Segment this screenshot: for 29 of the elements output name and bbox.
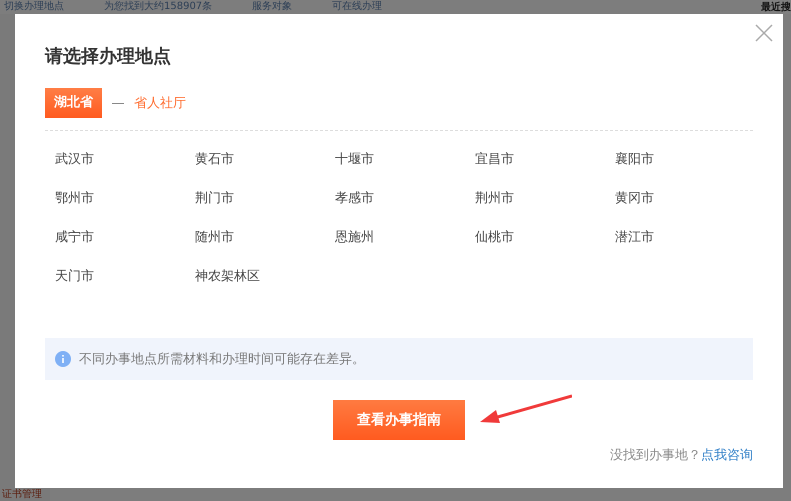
notice-text: 不同办事地点所需材料和办理时间可能存在差异。 xyxy=(79,351,365,368)
city-option[interactable]: 鄂州市 xyxy=(55,191,94,206)
consult-link[interactable]: 点我咨询 xyxy=(701,446,753,464)
help-text: 没找到办事地？ xyxy=(610,447,701,464)
top-bar-text: 服务对象 xyxy=(252,1,292,13)
top-bar-text: 可在线办理 xyxy=(332,1,382,13)
top-bar-text: 为您找到大约158907条 xyxy=(104,1,212,13)
city-option[interactable]: 神农架林区 xyxy=(195,269,260,284)
city-option[interactable]: 武汉市 xyxy=(55,152,94,167)
close-icon[interactable] xyxy=(755,24,773,42)
side-heading: 最近搜 xyxy=(761,0,791,14)
city-option[interactable]: 黄冈市 xyxy=(615,191,654,206)
city-option[interactable]: 恩施州 xyxy=(335,230,374,245)
city-option[interactable]: 随州市 xyxy=(195,230,234,245)
city-option[interactable]: 咸宁市 xyxy=(55,230,94,245)
city-option[interactable]: 黄石市 xyxy=(195,152,234,167)
background-text: 证书管理 xyxy=(2,488,42,501)
city-option[interactable]: 十堰市 xyxy=(335,152,374,167)
city-option[interactable]: 宜昌市 xyxy=(475,152,514,167)
city-option[interactable]: 孝感市 xyxy=(335,191,374,206)
dialog-title: 请选择办理地点 xyxy=(45,45,172,68)
city-option[interactable]: 仙桃市 xyxy=(475,230,514,245)
city-option[interactable]: 潜江市 xyxy=(615,230,654,245)
city-option[interactable]: 荆门市 xyxy=(195,191,234,206)
city-option[interactable]: 襄阳市 xyxy=(615,152,654,167)
city-option[interactable]: 天门市 xyxy=(55,269,94,284)
city-option[interactable]: 荆州市 xyxy=(475,191,514,206)
top-bar-text: 切换办理地点 xyxy=(4,1,64,13)
info-icon xyxy=(55,351,71,367)
